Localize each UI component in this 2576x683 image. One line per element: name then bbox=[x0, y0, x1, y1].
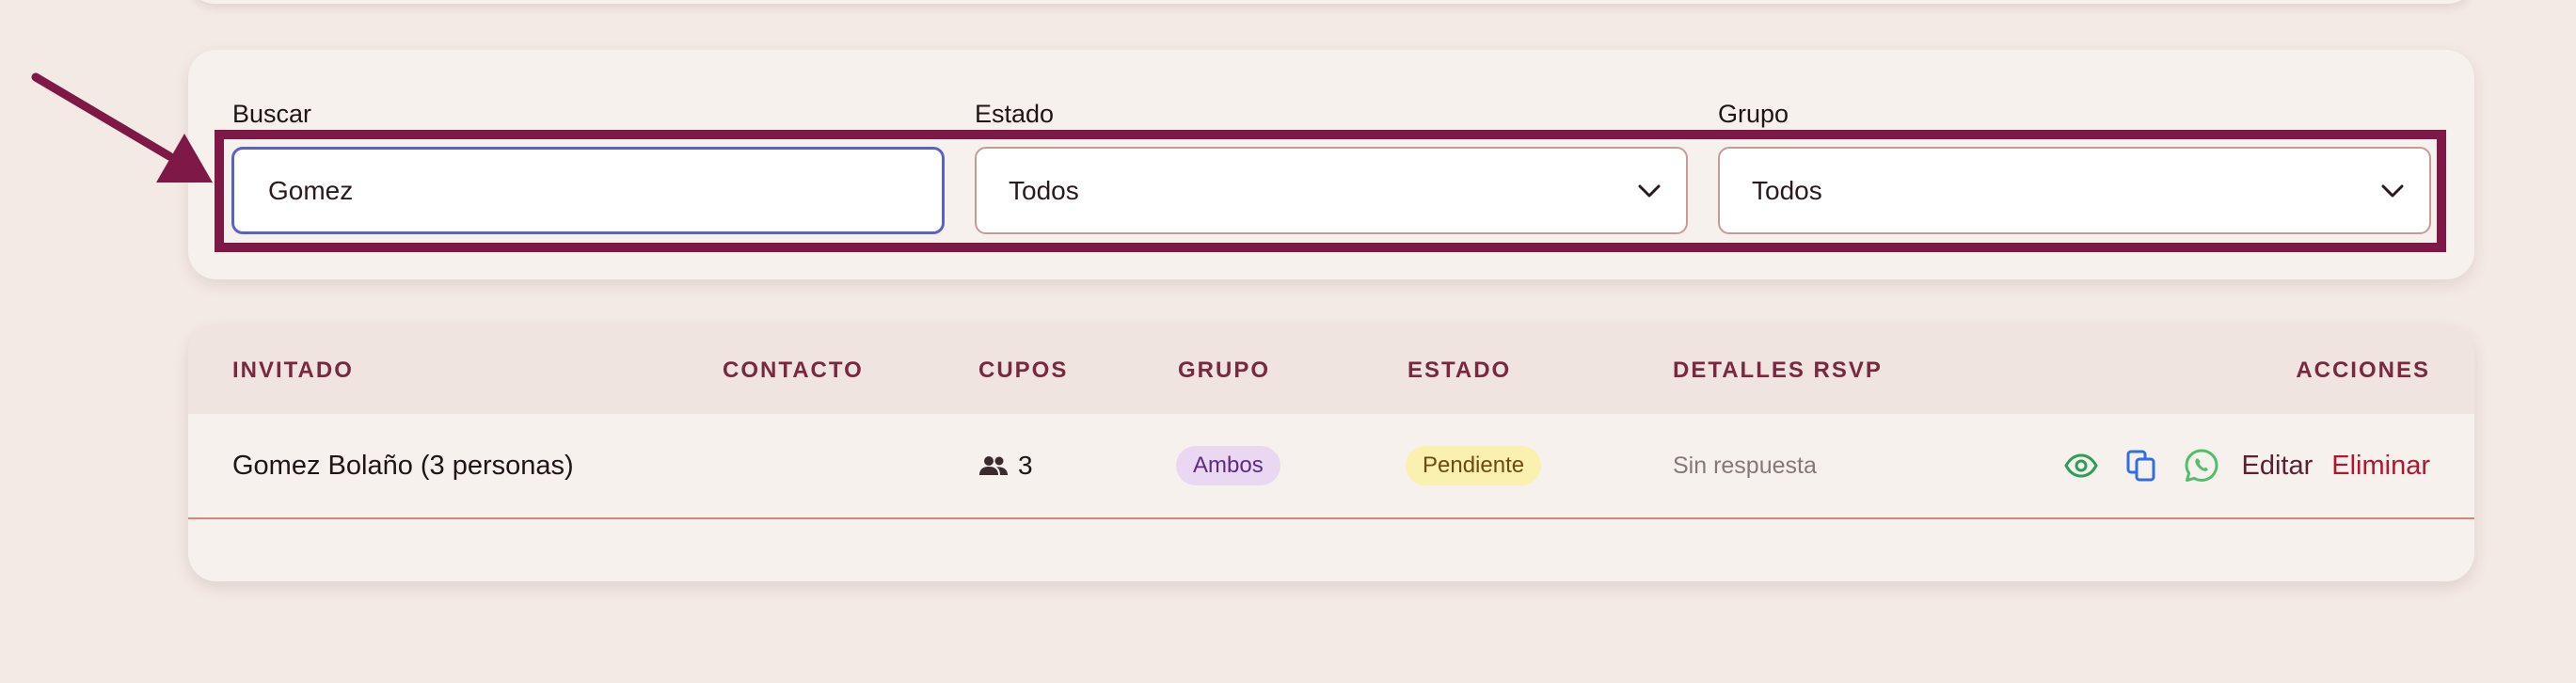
edit-button[interactable]: Editar bbox=[2241, 451, 2313, 482]
header-cupos: CUPOS bbox=[978, 357, 1069, 383]
table-header: INVITADO CONTACTO CUPOS GRUPO ESTADO DET… bbox=[188, 326, 2474, 414]
search-label: Buscar bbox=[232, 100, 312, 128]
whatsapp-icon[interactable] bbox=[2181, 445, 2222, 486]
eye-icon[interactable] bbox=[2060, 445, 2102, 486]
header-contacto: CONTACTO bbox=[723, 357, 864, 383]
grupo-select[interactable]: Todos bbox=[1718, 147, 2431, 234]
row-actions: Editar Eliminar bbox=[2060, 414, 2430, 517]
header-estado: ESTADO bbox=[1407, 357, 1512, 383]
copy-icon[interactable] bbox=[2121, 445, 2162, 486]
chevron-down-icon bbox=[2381, 184, 2404, 197]
cupos-count: 3 bbox=[1018, 451, 1033, 480]
estado-label: Estado bbox=[975, 100, 1055, 128]
search-input[interactable] bbox=[266, 174, 910, 207]
header-grupo: GRUPO bbox=[1178, 357, 1271, 383]
search-field[interactable] bbox=[231, 147, 945, 234]
guest-estado: Pendiente bbox=[1406, 414, 1542, 517]
guest-cupos: 3 bbox=[978, 414, 1033, 517]
header-invitado: INVITADO bbox=[232, 357, 354, 383]
estado-select[interactable]: Todos bbox=[975, 147, 1688, 234]
header-acciones: ACCIONES bbox=[2296, 357, 2430, 383]
rsvp-details: Sin respuesta bbox=[1673, 452, 1817, 479]
delete-button[interactable]: Eliminar bbox=[2331, 451, 2430, 482]
estado-selected-value: Todos bbox=[1009, 175, 1079, 205]
previous-card-edge bbox=[188, 0, 2474, 4]
header-rsvp: DETALLES RSVP bbox=[1673, 357, 1883, 383]
guest-name: Gomez Bolaño (3 personas) bbox=[232, 450, 574, 481]
grupo-label: Grupo bbox=[1718, 100, 1789, 128]
guests-table: INVITADO CONTACTO CUPOS GRUPO ESTADO DET… bbox=[188, 326, 2474, 581]
table-row: Gomez Bolaño (3 personas) 3 Ambos Pendie… bbox=[188, 414, 2474, 519]
guest-grupo: Ambos bbox=[1176, 414, 1280, 517]
grupo-badge: Ambos bbox=[1176, 446, 1280, 485]
status-badge: Pendiente bbox=[1406, 446, 1542, 485]
chevron-down-icon bbox=[1638, 184, 1661, 197]
grupo-selected-value: Todos bbox=[1752, 175, 1822, 205]
people-icon bbox=[979, 456, 1008, 475]
